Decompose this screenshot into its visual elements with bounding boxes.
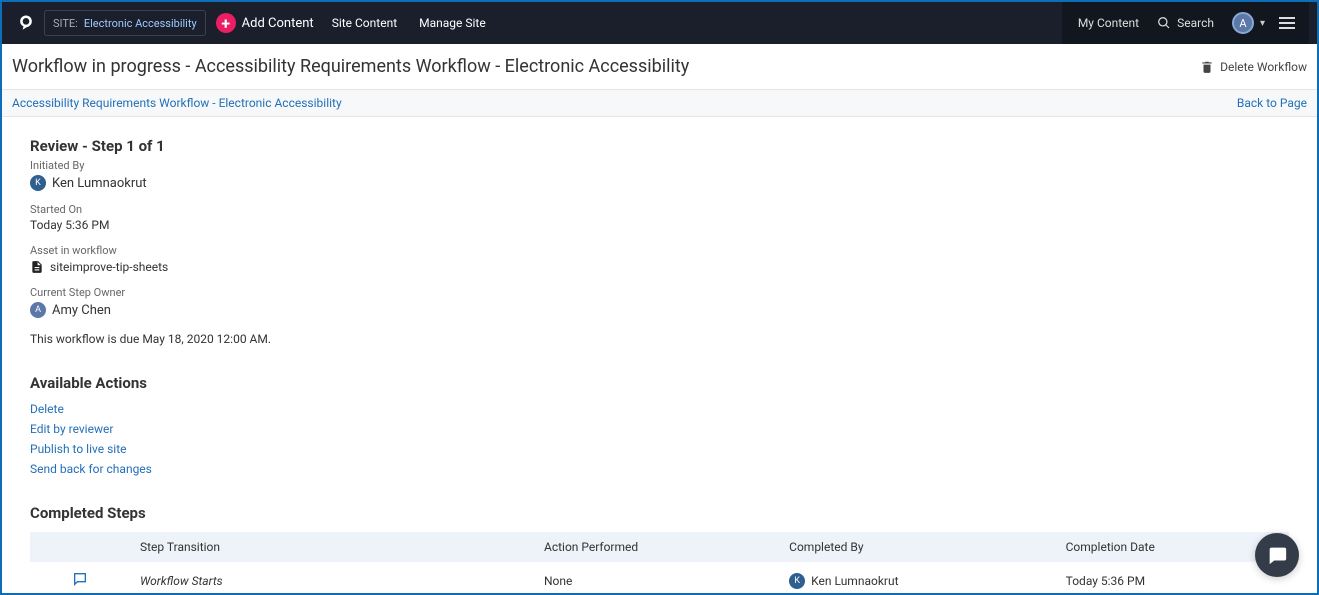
chat-icon: [1266, 544, 1288, 566]
breadcrumb-row: Accessibility Requirements Workflow - El…: [2, 90, 1317, 117]
cell-completed-by: K Ken Lumnaokrut: [779, 562, 1055, 589]
topbar: SITE: Electronic Accessibility + Add Con…: [2, 2, 1317, 44]
available-actions: Available Actions Delete Edit by reviewe…: [30, 374, 1289, 476]
started-on-value: Today 5:36 PM: [30, 218, 1289, 232]
row-user-name: Ken Lumnaokrut: [811, 574, 898, 588]
chat-widget-button[interactable]: [1255, 533, 1299, 577]
initiated-by-user: K Ken Lumnaokrut: [30, 175, 1289, 191]
page-title: Workflow in progress - Accessibility Req…: [12, 56, 1200, 77]
col-action: Action Performed: [534, 532, 779, 562]
user-avatar-owner: A: [30, 302, 46, 318]
cell-action: None: [534, 562, 779, 589]
asset-link[interactable]: siteimprove-tip-sheets: [30, 260, 1289, 274]
owner-name: Amy Chen: [52, 303, 111, 318]
delete-workflow-button[interactable]: Delete Workflow: [1200, 60, 1307, 74]
due-text: This workflow is due May 18, 2020 12:00 …: [30, 332, 1289, 346]
steps-table: Step Transition Action Performed Complet…: [30, 532, 1289, 589]
action-delete[interactable]: Delete: [30, 402, 1289, 416]
titlebar: Workflow in progress - Accessibility Req…: [2, 44, 1317, 90]
back-to-page-link[interactable]: Back to Page: [1237, 96, 1307, 110]
add-content-label: Add Content: [242, 16, 314, 31]
user-avatar[interactable]: A: [1232, 12, 1254, 34]
col-transition: Step Transition: [130, 532, 534, 562]
breadcrumb-link[interactable]: Accessibility Requirements Workflow - El…: [12, 96, 342, 110]
plus-icon: +: [216, 13, 236, 33]
row-user-avatar: K: [789, 573, 805, 589]
initiated-by-label: Initiated By: [30, 159, 1289, 172]
started-on-label: Started On: [30, 203, 1289, 216]
site-selector[interactable]: SITE: Electronic Accessibility: [44, 10, 206, 36]
col-completed-by: Completed By: [779, 532, 1055, 562]
steps-heading: Completed Steps: [30, 504, 1289, 522]
site-name: Electronic Accessibility: [84, 17, 197, 30]
search-label: Search: [1177, 16, 1214, 30]
nav-site-content[interactable]: Site Content: [332, 16, 397, 30]
site-prefix: SITE:: [53, 17, 78, 30]
action-send-back-for-changes[interactable]: Send back for changes: [30, 462, 1289, 476]
col-completion-date: Completion Date: [1056, 532, 1289, 562]
delete-workflow-label: Delete Workflow: [1220, 60, 1307, 74]
action-publish-to-live-site[interactable]: Publish to live site: [30, 442, 1289, 456]
trash-icon: [1200, 60, 1214, 74]
add-content-button[interactable]: + Add Content: [216, 13, 314, 33]
nav-manage-site[interactable]: Manage Site: [419, 16, 486, 30]
comment-icon[interactable]: [72, 571, 88, 587]
asset-name: siteimprove-tip-sheets: [50, 260, 168, 274]
user-avatar-initiator: K: [30, 175, 46, 191]
table-row: Workflow Starts None K Ken Lumnaokrut To…: [30, 562, 1289, 589]
completed-steps: Completed Steps Step Transition Action P…: [30, 504, 1289, 589]
actions-heading: Available Actions: [30, 374, 1289, 392]
app-logo[interactable]: [16, 13, 36, 33]
search-icon: [1157, 16, 1171, 30]
hamburger-menu[interactable]: [1275, 13, 1299, 33]
topbar-right: My Content Search A ▾: [1062, 2, 1309, 44]
col-comment: [30, 532, 130, 562]
search-button[interactable]: Search: [1157, 16, 1214, 30]
action-edit-by-reviewer[interactable]: Edit by reviewer: [30, 422, 1289, 436]
review-heading: Review - Step 1 of 1: [30, 137, 1289, 155]
owner-label: Current Step Owner: [30, 286, 1289, 299]
owner-user: A Amy Chen: [30, 302, 1289, 318]
file-icon: [30, 260, 44, 274]
cell-date: Today 5:36 PM: [1056, 562, 1289, 589]
nav-my-content[interactable]: My Content: [1078, 16, 1139, 30]
content-area: Review - Step 1 of 1 Initiated By K Ken …: [2, 117, 1317, 589]
cell-transition: Workflow Starts: [130, 562, 534, 589]
asset-label: Asset in workflow: [30, 244, 1289, 257]
initiated-by-name: Ken Lumnaokrut: [52, 176, 147, 191]
chevron-down-icon[interactable]: ▾: [1260, 18, 1265, 29]
